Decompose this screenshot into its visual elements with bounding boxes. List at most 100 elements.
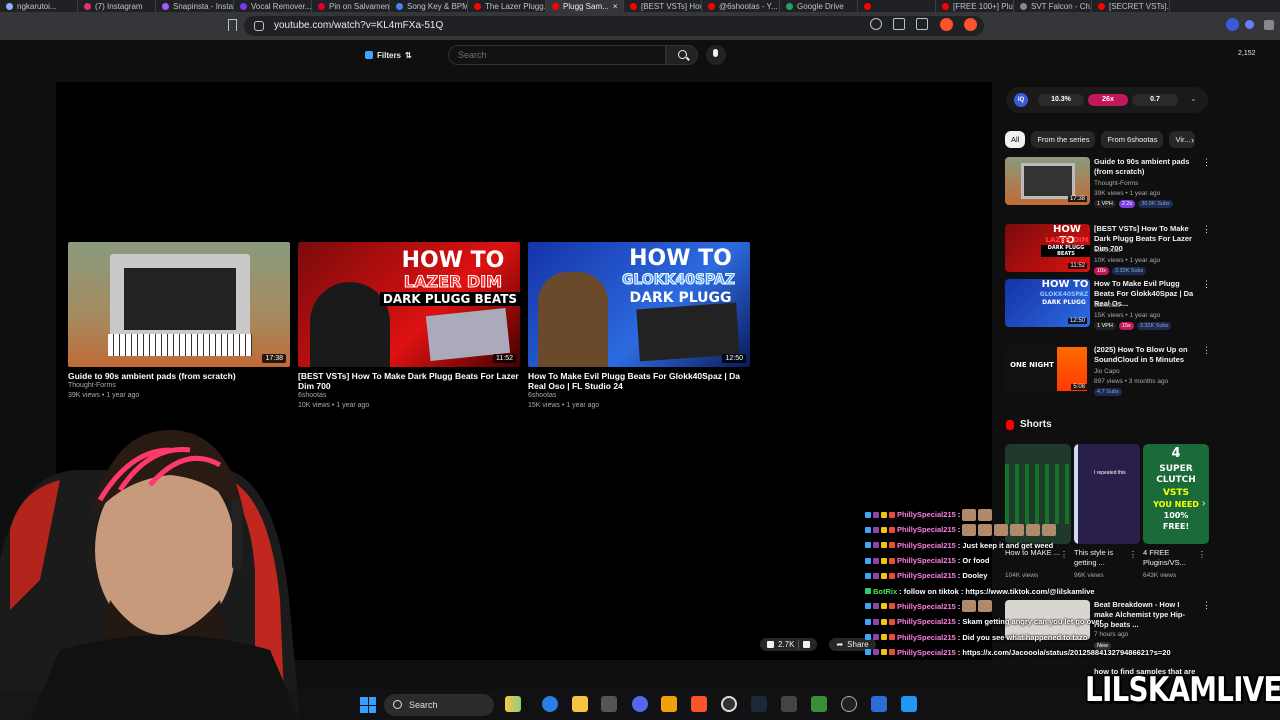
steam-icon[interactable] xyxy=(751,696,767,712)
endcard-thumbnail[interactable]: 17:38 xyxy=(68,242,290,367)
rec-channel[interactable]: Thought-Forms xyxy=(1094,180,1138,187)
endcard-thumbnail[interactable]: HOW TO LAZER DIM DARK PLUGG BEATS 11:52 xyxy=(298,242,520,367)
app-icon[interactable] xyxy=(901,696,917,712)
rec-title[interactable]: (2025) How To Blow Up on SoundCloud in 5… xyxy=(1094,345,1198,365)
chat-username[interactable]: PhillySpecial215 xyxy=(897,617,956,626)
browser-tab[interactable]: [FREE 100+] Plu... xyxy=(936,0,1014,12)
browser-tab[interactable]: [BEST VSTs] How... xyxy=(624,0,702,12)
extension-icon[interactable] xyxy=(1245,20,1254,29)
browser-tab[interactable]: Song Key & BPM xyxy=(390,0,468,12)
browser-tab[interactable]: The Lazer Plugg... xyxy=(468,0,546,12)
obs-icon[interactable] xyxy=(721,696,737,712)
copilot-icon[interactable] xyxy=(542,696,558,712)
chat-badge-icon xyxy=(889,511,895,518)
widgets-icon[interactable] xyxy=(505,696,521,712)
close-tab-icon[interactable]: × xyxy=(613,2,618,11)
endcard-video[interactable]: HOW TO GLOKK40SPAZ DARK PLUGG 12:50 How … xyxy=(528,242,750,411)
more-options-icon[interactable]: ⋮ xyxy=(1202,157,1211,168)
site-info-icon[interactable] xyxy=(254,21,264,31)
more-options-icon[interactable]: ⋮ xyxy=(1202,224,1211,235)
rec-duration: 11:52 xyxy=(1068,263,1087,269)
browser-tab[interactable]: Plugg Sam... × xyxy=(546,0,624,12)
browser-tab[interactable]: Pin on Salvamen... xyxy=(312,0,390,12)
discord-icon[interactable] xyxy=(632,696,648,712)
badge: 10x xyxy=(1094,267,1109,275)
chat-message: PhillySpecial215: Just keep it and get w… xyxy=(865,538,1265,553)
chat-username[interactable]: PhillySpecial215 xyxy=(897,648,956,657)
chat-username[interactable]: PhillySpecial215 xyxy=(897,510,956,519)
app-icon[interactable] xyxy=(841,696,857,712)
rec-thumbnail[interactable]: HOW TO LAZER DIM DARK PLUGG BEATS 11:52 xyxy=(1005,224,1090,272)
chat-username[interactable]: PhillySpecial215 xyxy=(897,541,956,550)
chat-username[interactable]: PhillySpecial215 xyxy=(897,571,956,580)
puzzle-icon[interactable] xyxy=(1264,20,1274,30)
app-icon[interactable] xyxy=(811,696,827,712)
app-icon[interactable] xyxy=(781,696,797,712)
share-icon[interactable] xyxy=(916,18,928,30)
more-options-icon[interactable]: ⋮ xyxy=(1202,279,1211,290)
chat-emote-icon xyxy=(1010,523,1025,536)
app-icon[interactable] xyxy=(871,696,887,712)
browser-tab[interactable]: @6shootas - Y... xyxy=(702,0,780,12)
chip-all[interactable]: All xyxy=(1005,131,1026,148)
taskbar-search[interactable]: Search xyxy=(384,694,494,716)
endcard-title[interactable]: How To Make Evil Plugg Beats For Glokk40… xyxy=(528,371,750,391)
rec-channel[interactable]: 6shootas xyxy=(1094,302,1120,309)
rec-channel[interactable]: Jio Capo xyxy=(1094,368,1120,375)
search-button[interactable] xyxy=(666,45,698,65)
chat-username[interactable]: BotRix xyxy=(873,587,897,596)
browser-tab[interactable]: Snapinsta - Insta... xyxy=(156,0,234,12)
endcard-thumbnail[interactable]: HOW TO GLOKK40SPAZ DARK PLUGG 12:50 xyxy=(528,242,750,367)
rec-thumbnail[interactable]: ONE NIGHT 5:08 xyxy=(1005,345,1090,393)
browser-tab[interactable]: ngkarutoi... xyxy=(0,0,78,12)
zoom-icon[interactable] xyxy=(870,18,882,30)
endcard-title[interactable]: Guide to 90s ambient pads (from scratch) xyxy=(68,371,290,381)
file-explorer-icon[interactable] xyxy=(572,696,588,712)
chip-channel[interactable]: From 6shootas xyxy=(1101,131,1164,148)
endcard-video[interactable]: 17:38 Guide to 90s ambient pads (from sc… xyxy=(68,242,290,401)
thumbs-down-icon[interactable] xyxy=(803,640,811,648)
store-icon[interactable] xyxy=(601,696,617,712)
browser-tab[interactable]: SVT Falcon - Ch... xyxy=(1014,0,1092,12)
rec-title[interactable]: Guide to 90s ambient pads (from scratch) xyxy=(1094,157,1198,177)
chat-username[interactable]: PhillySpecial215 xyxy=(897,525,956,534)
rec-thumbnail[interactable]: HOW TO GLOKK40SPAZ DARK PLUGG 12:50 xyxy=(1005,279,1090,327)
chevron-right-icon[interactable]: › xyxy=(1191,135,1194,145)
recommended-video[interactable]: HOW TO LAZER DIM DARK PLUGG BEATS 11:52 … xyxy=(1005,224,1211,276)
recommended-video[interactable]: HOW TO GLOKK40SPAZ DARK PLUGG 12:50 How … xyxy=(1005,279,1211,331)
bookmark-icon[interactable] xyxy=(228,19,237,31)
rec-thumbnail[interactable]: 17:38 xyxy=(1005,157,1090,205)
browser-tab[interactable]: (7) Instagram xyxy=(78,0,156,12)
more-options-icon[interactable]: ⋮ xyxy=(1202,345,1211,356)
chip-series[interactable]: From the series xyxy=(1031,131,1096,148)
like-button[interactable]: 2.7K xyxy=(760,637,818,651)
brave-shield-icon[interactable] xyxy=(940,18,953,31)
chat-username[interactable]: PhillySpecial215 xyxy=(897,633,956,642)
recommended-video[interactable]: 17:38 Guide to 90s ambient pads (from sc… xyxy=(1005,157,1211,209)
vidiq-extension-icon[interactable] xyxy=(1226,18,1239,31)
endcard-title[interactable]: [BEST VSTs] How To Make Dark Plugg Beats… xyxy=(298,371,520,391)
voice-search-button[interactable] xyxy=(706,45,726,65)
brave-icon[interactable] xyxy=(691,696,707,712)
recommended-video[interactable]: ONE NIGHT 5:08 (2025) How To Blow Up on … xyxy=(1005,345,1211,397)
browser-tab[interactable]: Google Drive xyxy=(780,0,858,12)
chat-username[interactable]: PhillySpecial215 xyxy=(897,602,956,611)
endcard-video[interactable]: HOW TO LAZER DIM DARK PLUGG BEATS 11:52 … xyxy=(298,242,520,411)
chat-username[interactable]: PhillySpecial215 xyxy=(897,556,956,565)
browser-tab[interactable]: Vocal Remover... xyxy=(234,0,312,12)
vidiq-logo[interactable]: iQ xyxy=(1014,93,1028,107)
fl-studio-icon[interactable] xyxy=(661,696,677,712)
search-input[interactable]: Search xyxy=(448,45,666,65)
tab-favicon-icon xyxy=(474,2,481,10)
rewards-icon[interactable] xyxy=(964,18,977,31)
chat-message: PhillySpecial215: xyxy=(865,507,1265,522)
rec-channel[interactable]: 6shootas xyxy=(1094,247,1120,254)
start-button[interactable] xyxy=(360,697,376,713)
endcard-meta: 39K views • 1 year ago xyxy=(68,392,140,399)
chevron-down-icon[interactable]: ⌄ xyxy=(1190,94,1197,103)
browser-tab[interactable]: [SECRET VSTs]... xyxy=(1092,0,1170,12)
browser-tab[interactable] xyxy=(858,0,936,12)
like-count: 2.7K xyxy=(778,639,795,649)
cast-icon[interactable] xyxy=(893,18,905,30)
filters-button[interactable]: Filters ⇅ xyxy=(359,47,418,63)
